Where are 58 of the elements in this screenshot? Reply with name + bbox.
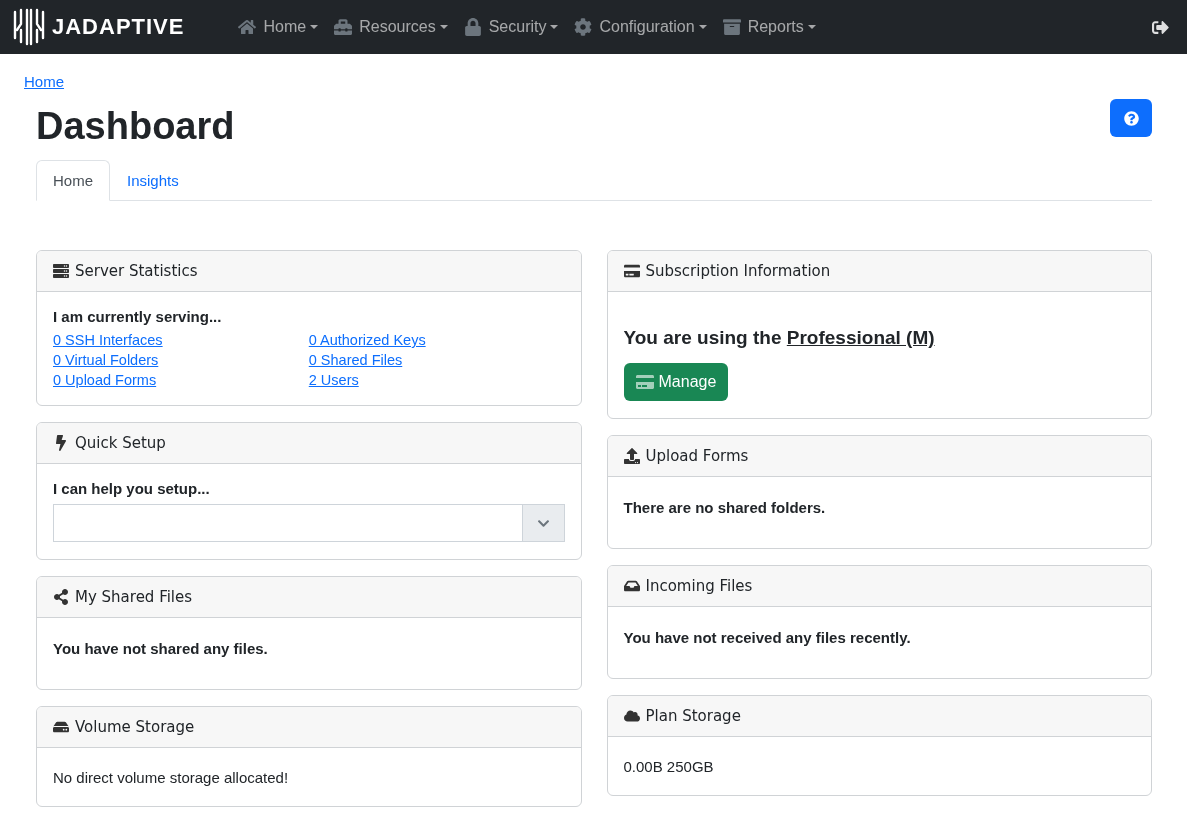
drive-icon xyxy=(53,719,69,735)
help-button[interactable] xyxy=(1110,99,1152,137)
card-message: You have not shared any files. xyxy=(53,639,269,659)
plan-link[interactable]: Professional (M) xyxy=(786,327,935,348)
lightning-icon xyxy=(53,435,69,451)
credit-card-icon xyxy=(623,263,640,279)
card-heading: I can help you setup... xyxy=(53,480,211,499)
toolbox-icon xyxy=(334,18,353,36)
breadcrumb-link[interactable]: Home xyxy=(24,73,64,90)
caret-icon xyxy=(807,25,816,29)
page-title: Dashboard xyxy=(36,105,235,148)
upload-icon xyxy=(623,448,640,464)
stat-link[interactable]: 0 SSH Interfaces xyxy=(53,332,163,348)
manage-button[interactable]: Manage xyxy=(623,363,729,401)
share-icon xyxy=(53,589,69,605)
card-message: There are no shared folders. xyxy=(623,498,827,518)
nav-menu-item[interactable]: Home xyxy=(230,10,327,44)
card-title: Server Statistics xyxy=(75,262,198,280)
card-text: No direct volume storage allocated! xyxy=(53,768,290,788)
caret-icon xyxy=(698,25,707,29)
card-title: Volume Storage xyxy=(75,718,195,736)
brand-name: JADAPTIVE xyxy=(52,14,185,40)
tab[interactable]: Home xyxy=(36,160,110,201)
card-title: My Shared Files xyxy=(75,588,193,606)
gear-icon xyxy=(574,18,593,36)
caret-icon xyxy=(439,25,448,29)
caret-icon xyxy=(550,25,559,29)
card-title: Plan Storage xyxy=(645,707,741,725)
card-text: 0.00B 250GB xyxy=(623,757,715,777)
logo-icon xyxy=(12,8,46,46)
dropdown-toggle[interactable] xyxy=(521,505,564,541)
inbox-icon xyxy=(623,578,640,594)
stat-link[interactable]: 0 Shared Files xyxy=(308,352,403,368)
help-icon xyxy=(1123,110,1139,126)
stat-link[interactable]: 0 Authorized Keys xyxy=(308,332,426,348)
nav-menu-item[interactable]: Resources xyxy=(326,10,456,44)
card-title: Subscription Information xyxy=(645,262,831,280)
card-heading: I am currently serving... xyxy=(53,308,223,327)
stat-link[interactable]: 0 Upload Forms xyxy=(53,372,157,388)
cabinet-icon xyxy=(722,18,741,36)
card-title: Incoming Files xyxy=(645,577,753,595)
cloud-icon xyxy=(623,708,640,724)
tab[interactable]: Insights xyxy=(110,160,196,201)
stat-link[interactable]: 0 Virtual Folders xyxy=(53,352,159,368)
card-title: Quick Setup xyxy=(75,434,166,452)
nav-menu-item[interactable]: Configuration xyxy=(566,10,715,44)
caret-icon xyxy=(310,25,319,29)
card-title: Upload Forms xyxy=(645,447,749,465)
logout-icon xyxy=(1152,18,1169,36)
home-icon xyxy=(238,18,257,36)
lock-icon xyxy=(463,18,482,36)
nav-menu-item[interactable]: Security xyxy=(455,10,567,44)
credit-card-icon xyxy=(635,373,654,391)
plan-text: You are using the Professional (M) xyxy=(623,327,936,349)
server-icon xyxy=(53,263,69,279)
card-message: You have not received any files recently. xyxy=(623,628,912,648)
nav-menu-item[interactable]: Reports xyxy=(714,10,824,44)
stat-link[interactable]: 2 Users xyxy=(308,372,359,388)
